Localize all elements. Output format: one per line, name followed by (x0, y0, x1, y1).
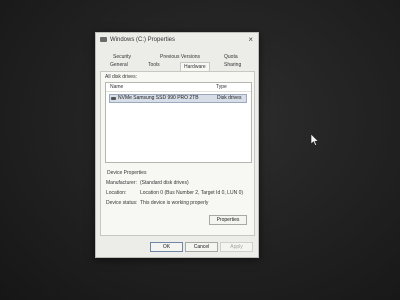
tab-sharing[interactable]: Sharing (224, 62, 241, 68)
drive-name: NVMe Samsung SSD 990 PRO 2TB (118, 95, 199, 101)
tab-quota[interactable]: Quota (224, 54, 238, 60)
manufacturer-value: (Standard disk drives) (140, 180, 189, 186)
properties-dialog: Windows (C:) Properties × Security Previ… (95, 32, 259, 258)
list-header: Name Type (106, 83, 251, 92)
ok-button[interactable]: OK (150, 242, 183, 252)
drive-type: Disk drives (217, 95, 242, 101)
apply-button[interactable]: Apply (220, 242, 253, 252)
device-properties-button[interactable]: Properties (209, 215, 247, 225)
tab-hardware[interactable]: Hardware (180, 62, 210, 71)
close-icon[interactable]: × (248, 35, 253, 44)
location-label: Location: (106, 190, 127, 196)
window-title: Windows (C:) Properties (110, 37, 176, 43)
device-properties-title: Device Properties (107, 170, 147, 176)
tab-strip: Security Previous Versions Quota General… (100, 53, 254, 71)
column-header-type[interactable]: Type (216, 85, 227, 90)
title-bar[interactable]: Windows (C:) Properties × (96, 33, 258, 47)
arrow-cursor-icon (310, 133, 319, 146)
hardware-tab-panel: All disk drives: Name Type NVMe Samsung … (100, 71, 255, 236)
disk-drive-icon (111, 97, 116, 100)
desktop-background: Windows (C:) Properties × Security Previ… (0, 0, 400, 300)
device-status-label: Device status: (106, 200, 138, 206)
tab-previous-versions[interactable]: Previous Versions (160, 54, 200, 60)
cancel-button[interactable]: Cancel (185, 242, 218, 252)
disk-drives-label: All disk drives: (105, 74, 137, 80)
tab-tools[interactable]: Tools (148, 62, 160, 68)
list-item[interactable]: NVMe Samsung SSD 990 PRO 2TB Disk drives (109, 94, 247, 103)
tab-general[interactable]: General (110, 62, 128, 68)
disk-drives-list[interactable]: Name Type NVMe Samsung SSD 990 PRO 2TB D… (105, 82, 252, 163)
drive-icon (100, 37, 107, 42)
column-header-name[interactable]: Name (110, 85, 123, 90)
device-status-value: This device is working properly (140, 200, 209, 206)
manufacturer-label: Manufacturer: (106, 180, 137, 186)
tab-security[interactable]: Security (113, 54, 131, 60)
location-value: Location 0 (Bus Number 2, Target Id 0, L… (140, 190, 244, 196)
device-properties-group: Device Properties Manufacturer: (Standar… (105, 170, 250, 230)
